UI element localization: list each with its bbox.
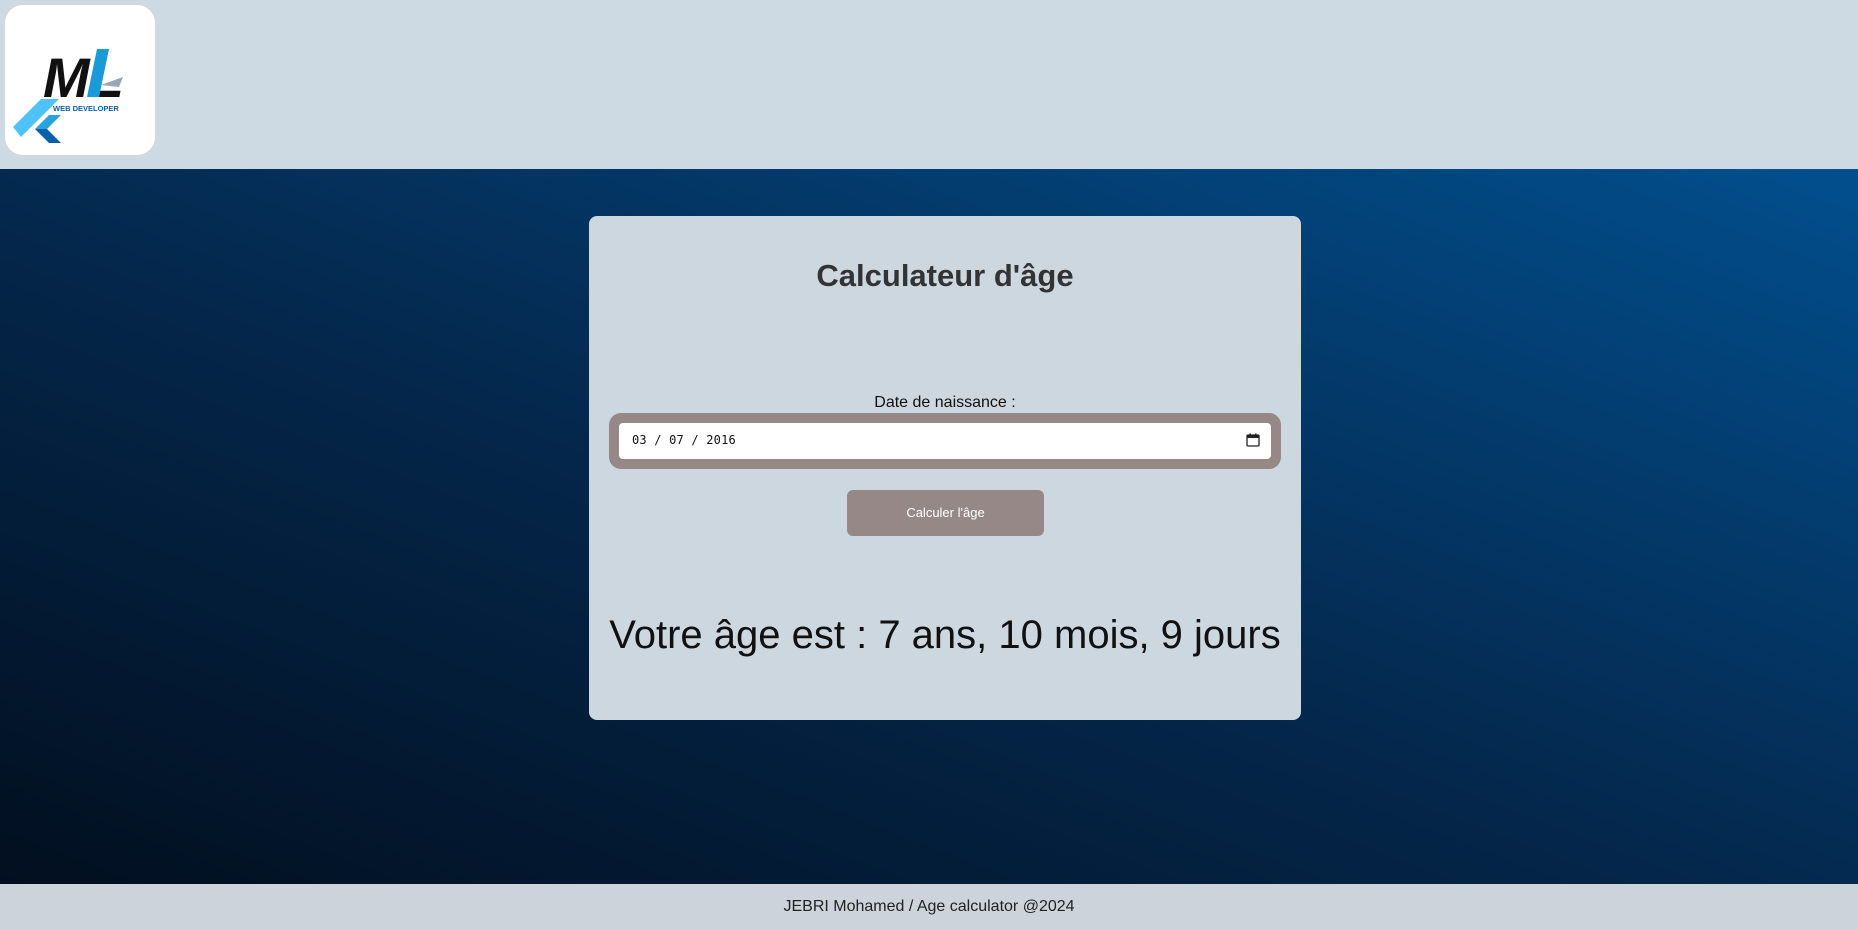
main-area: Calculateur d'âge Date de naissance : 03… [0, 169, 1858, 884]
logo-image: ML WEB DEVELOPER [13, 46, 124, 143]
birthdate-value: 03 / 07 / 2016 [632, 433, 736, 447]
logo[interactable]: ML WEB DEVELOPER [5, 5, 155, 155]
page-title: Calculateur d'âge [816, 258, 1074, 293]
footer: JEBRI Mohamed / Age calculator @2024 [0, 884, 1858, 930]
age-result: Votre âge est : 7 ans, 10 mois, 9 jours [609, 613, 1281, 657]
age-calculator-card: Calculateur d'âge Date de naissance : 03… [589, 216, 1301, 720]
calculate-age-button[interactable]: Calculer l'âge [847, 490, 1044, 536]
footer-text: JEBRI Mohamed / Age calculator @2024 [783, 898, 1075, 915]
birthdate-field-wrapper: 03 / 07 / 2016 [609, 413, 1281, 469]
top-header: ML WEB DEVELOPER [0, 0, 1858, 169]
logo-subtitle: WEB DEVELOPER [53, 104, 119, 113]
calendar-icon[interactable] [1246, 433, 1260, 447]
birthdate-input[interactable]: 03 / 07 / 2016 [619, 423, 1271, 459]
birthdate-label: Date de naissance : [874, 394, 1016, 411]
